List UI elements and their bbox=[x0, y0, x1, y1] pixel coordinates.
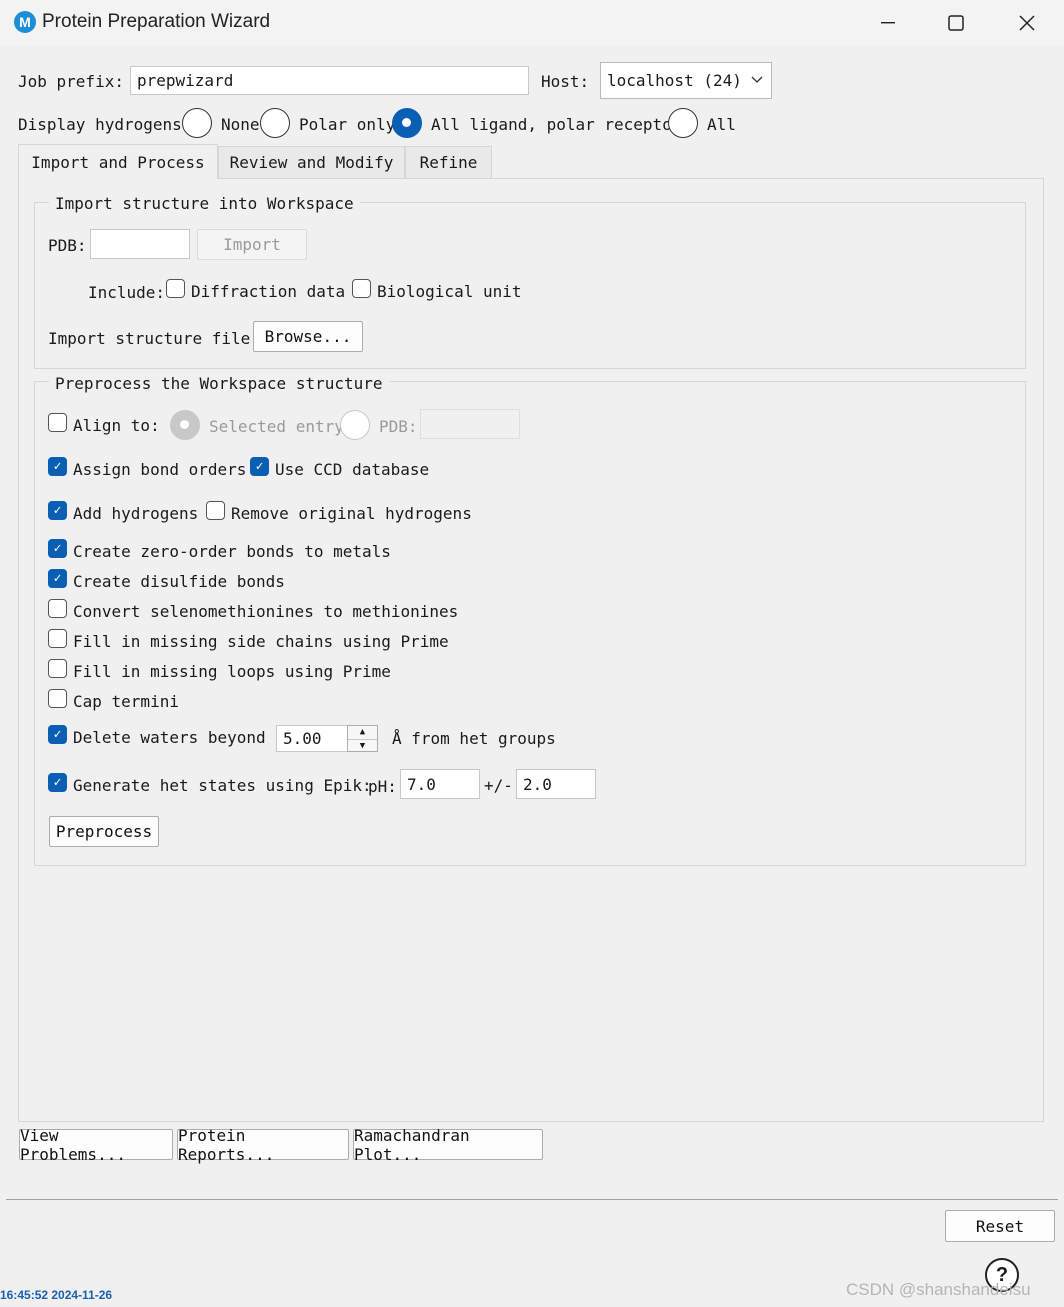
ramachandran-plot-button[interactable]: Ramachandran Plot... bbox=[353, 1126, 543, 1164]
align-pdb-input[interactable] bbox=[420, 409, 520, 439]
title-bar: M Protein Preparation Wizard bbox=[0, 0, 1064, 46]
watermark: CSDN @shanshandeisu bbox=[846, 1280, 1031, 1299]
ph-label: pH: bbox=[368, 777, 397, 796]
preprocess-button[interactable]: Preprocess bbox=[49, 816, 159, 847]
assign-bond-orders-label: Assign bond orders bbox=[73, 460, 247, 479]
het-states-label: Generate het states using Epik: bbox=[73, 776, 372, 795]
timestamp-overlay: 16:45:52 2024-11-26 bbox=[0, 1288, 113, 1302]
import-button[interactable]: Import bbox=[197, 229, 307, 260]
selenomethionines-checkbox[interactable] bbox=[48, 599, 67, 618]
pdb-input[interactable] bbox=[90, 229, 190, 259]
waters-unit-label: Å from het groups bbox=[392, 729, 556, 748]
close-button[interactable] bbox=[1005, 6, 1049, 40]
view-problems-button[interactable]: View Problems... bbox=[19, 1126, 173, 1164]
remove-original-hydrogens-checkbox[interactable] bbox=[206, 501, 225, 520]
waters-distance-input[interactable]: 5.00 bbox=[276, 725, 348, 752]
hydrogens-all-ligand-radio[interactable] bbox=[392, 108, 422, 138]
app-logo-icon: M bbox=[14, 11, 36, 33]
maximize-icon bbox=[948, 15, 964, 31]
host-select-value: localhost (24) bbox=[607, 71, 742, 90]
tab-import-and-process[interactable]: Import and Process bbox=[18, 144, 218, 179]
spin-up-icon[interactable]: ▲ bbox=[348, 726, 377, 739]
hydrogens-all-label: All bbox=[707, 115, 736, 134]
side-chains-checkbox[interactable] bbox=[48, 629, 67, 648]
assign-bond-orders-checkbox[interactable]: ✓ bbox=[48, 457, 67, 476]
cap-termini-checkbox[interactable] bbox=[48, 689, 67, 708]
waters-distance-spinner[interactable]: ▲ ▼ bbox=[347, 725, 378, 752]
ph-range-label: +/- bbox=[484, 776, 513, 795]
job-prefix-input[interactable]: prepwizard bbox=[130, 66, 529, 95]
maximize-button[interactable] bbox=[934, 6, 978, 40]
tab-review-and-modify[interactable]: Review and Modify bbox=[218, 146, 405, 178]
disulfide-bonds-checkbox[interactable]: ✓ bbox=[48, 569, 67, 588]
tab-label: Refine bbox=[419, 153, 478, 172]
align-to-label: Align to: bbox=[73, 416, 160, 435]
minimize-button[interactable] bbox=[866, 6, 910, 40]
tab-label: Review and Modify bbox=[229, 153, 394, 172]
browse-button[interactable]: Browse... bbox=[253, 321, 363, 352]
hydrogens-none-radio[interactable] bbox=[182, 108, 212, 138]
missing-loops-label: Fill in missing loops using Prime bbox=[73, 662, 391, 681]
delete-waters-checkbox[interactable]: ✓ bbox=[48, 725, 67, 744]
delete-waters-label: Delete waters beyond bbox=[73, 728, 266, 747]
ph-range-input[interactable]: 2.0 bbox=[516, 769, 596, 799]
zero-order-bonds-checkbox[interactable]: ✓ bbox=[48, 539, 67, 558]
use-ccd-checkbox[interactable]: ✓ bbox=[250, 457, 269, 476]
display-hydrogens-label: Display hydrogens: bbox=[18, 115, 192, 134]
align-pdb-label: PDB: bbox=[379, 417, 418, 436]
cap-termini-label: Cap termini bbox=[73, 692, 179, 711]
use-ccd-label: Use CCD database bbox=[275, 460, 430, 479]
biological-unit-label: Biological unit bbox=[377, 282, 522, 301]
selected-entry-label: Selected entry bbox=[209, 417, 344, 436]
align-to-checkbox[interactable] bbox=[48, 413, 67, 432]
window-title: Protein Preparation Wizard bbox=[42, 11, 271, 32]
missing-loops-checkbox[interactable] bbox=[48, 659, 67, 678]
selenomethionines-label: Convert selenomethionines to methionines bbox=[73, 602, 459, 621]
biological-unit-checkbox[interactable] bbox=[352, 279, 371, 298]
import-group-title: Import structure into Workspace bbox=[49, 194, 360, 213]
host-label: Host: bbox=[541, 72, 590, 91]
selected-entry-radio[interactable] bbox=[170, 410, 200, 440]
ph-input[interactable]: 7.0 bbox=[400, 769, 480, 799]
side-chains-label: Fill in missing side chains using Prime bbox=[73, 632, 449, 651]
close-icon bbox=[1019, 15, 1035, 31]
hydrogens-all-ligand-label: All ligand, polar receptor bbox=[431, 115, 682, 134]
chevron-down-icon bbox=[751, 76, 763, 83]
add-hydrogens-label: Add hydrogens bbox=[73, 504, 199, 523]
import-file-label: Import structure file: bbox=[48, 329, 260, 348]
align-pdb-radio[interactable] bbox=[340, 410, 370, 440]
include-label: Include: bbox=[88, 283, 166, 302]
pdb-label: PDB: bbox=[48, 236, 87, 255]
reset-button[interactable]: Reset bbox=[945, 1210, 1055, 1242]
disulfide-bonds-label: Create disulfide bonds bbox=[73, 572, 285, 591]
protein-reports-button[interactable]: Protein Reports... bbox=[177, 1126, 349, 1164]
job-prefix-label: Job prefix: bbox=[18, 72, 124, 91]
separator bbox=[6, 1199, 1058, 1200]
minimize-icon bbox=[881, 22, 895, 24]
spin-down-icon[interactable]: ▼ bbox=[348, 738, 377, 753]
diffraction-data-checkbox[interactable] bbox=[166, 279, 185, 298]
add-hydrogens-checkbox[interactable]: ✓ bbox=[48, 501, 67, 520]
hydrogens-all-radio[interactable] bbox=[668, 108, 698, 138]
tab-refine[interactable]: Refine bbox=[405, 146, 492, 178]
diffraction-data-label: Diffraction data bbox=[191, 282, 346, 301]
host-select[interactable]: localhost (24) bbox=[600, 62, 772, 99]
hydrogens-none-label: None bbox=[221, 115, 260, 134]
remove-original-hydrogens-label: Remove original hydrogens bbox=[231, 504, 472, 523]
preprocess-group-title: Preprocess the Workspace structure bbox=[49, 374, 389, 393]
zero-order-bonds-label: Create zero-order bonds to metals bbox=[73, 542, 391, 561]
het-states-checkbox[interactable]: ✓ bbox=[48, 773, 67, 792]
tab-label: Import and Process bbox=[31, 152, 205, 172]
hydrogens-polar-label: Polar only bbox=[299, 115, 396, 134]
hydrogens-polar-radio[interactable] bbox=[260, 108, 290, 138]
